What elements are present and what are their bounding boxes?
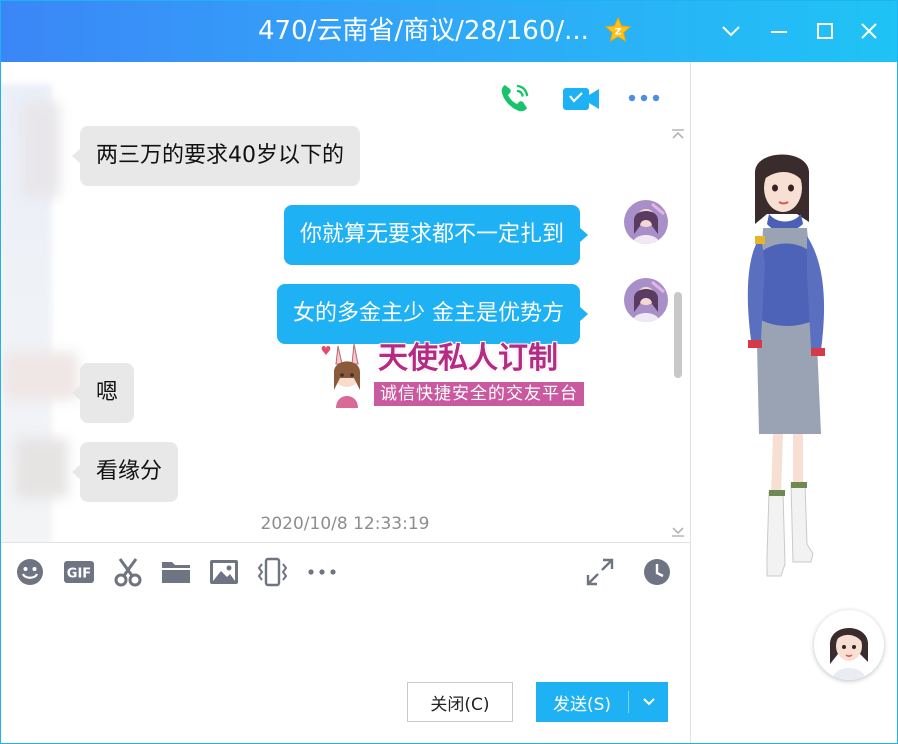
close-icon[interactable] (852, 14, 886, 48)
vip-star-icon[interactable]: Z (604, 16, 632, 44)
sticker-image[interactable]: 天使私人订制 诚信快捷安全的交友平台 (318, 340, 590, 410)
message-bubble-outgoing[interactable]: 你就算无要求都不一定扎到 (284, 205, 589, 265)
gif-icon[interactable]: GIF (63, 556, 95, 588)
my-avatar[interactable] (624, 200, 668, 244)
send-button[interactable]: 发送(S) (536, 682, 668, 722)
chevron-down-icon[interactable] (714, 14, 748, 48)
send-button-label[interactable]: 发送(S) (536, 682, 628, 722)
title-bar[interactable]: 470/云南省/商议/28/160/... Z (0, 0, 898, 62)
video-call-icon[interactable] (561, 80, 601, 116)
contact-avatar (22, 102, 60, 198)
chat-history[interactable]: 两三万的要求40岁以下的 你就算无要求都不一定扎到 女的多金主少 金主是优势方 (0, 62, 690, 542)
contact-show-avatar[interactable] (814, 610, 884, 680)
chat-window: 470/云南省/商议/28/160/... Z 两三万的要求40岁以下的 你就算… (0, 0, 898, 744)
contact-avatar (4, 352, 78, 400)
phone-call-icon[interactable] (496, 80, 536, 116)
sticker-subtitle: 诚信快捷安全的交友平台 (374, 382, 584, 406)
close-button[interactable]: 关闭(C) (407, 682, 513, 722)
scissors-icon[interactable] (112, 556, 144, 588)
minimize-icon[interactable] (762, 14, 796, 48)
expand-icon[interactable] (584, 556, 616, 588)
message-bubble-incoming[interactable]: 嗯 (71, 363, 135, 423)
scroll-up-icon[interactable] (669, 126, 687, 140)
svg-text:GIF: GIF (67, 567, 91, 582)
window-title: 470/云南省/商议/28/160/... (258, 16, 589, 46)
toolbar-divider (0, 542, 690, 543)
bunny-girl-sticker-icon (321, 343, 360, 408)
message-input[interactable] (0, 600, 690, 670)
sticker-title: 天使私人订制 (378, 341, 558, 376)
image-icon[interactable] (208, 556, 240, 588)
emoji-icon[interactable] (14, 556, 46, 588)
folder-icon[interactable] (160, 556, 192, 588)
shake-icon[interactable] (256, 556, 288, 588)
message-bubble-outgoing[interactable]: 女的多金主少 金主是优势方 (277, 284, 588, 344)
more-tools-icon[interactable] (306, 556, 338, 588)
scrollbar-thumb[interactable] (674, 292, 682, 378)
message-bubble-incoming[interactable]: 两三万的要求40岁以下的 (72, 126, 360, 186)
more-options-icon[interactable] (624, 80, 664, 116)
message-timestamp: 2020/10/8 12:33:19 (260, 514, 430, 534)
maximize-icon[interactable] (808, 14, 842, 48)
avatar-show-figure (747, 154, 825, 577)
contact-avatar (16, 438, 68, 498)
side-panel (691, 62, 898, 744)
send-options-chevron-icon[interactable] (629, 682, 668, 722)
message-bubble-incoming[interactable]: 看缘分 (71, 442, 179, 502)
history-clock-icon[interactable] (641, 556, 673, 588)
scroll-down-icon[interactable] (669, 524, 687, 538)
my-avatar[interactable] (624, 278, 668, 322)
svg-text:Z: Z (615, 28, 622, 38)
